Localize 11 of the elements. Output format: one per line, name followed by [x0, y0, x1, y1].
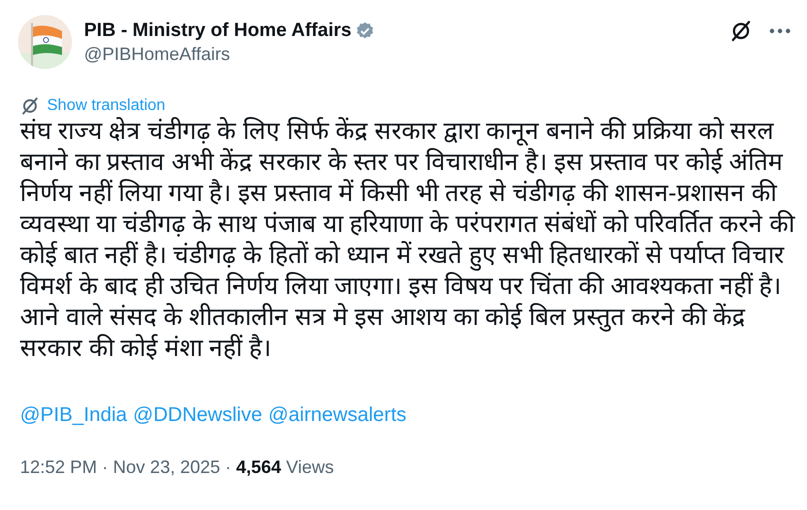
show-translation-link[interactable]: Show translation: [47, 97, 166, 115]
translate-icon[interactable]: [20, 96, 40, 116]
more-options-icon[interactable]: [769, 28, 791, 34]
grok-icon[interactable]: [729, 19, 753, 43]
post-meta: 12:52 PM · Nov 23, 2025 · 4,564 Views: [19, 457, 335, 478]
mention-link[interactable]: @airnewsalerts: [268, 404, 406, 427]
post-text: संघ राज्य क्षेत्र चंडीगढ़ के लिए सिर्फ केंद्र सरकार द्वारा कानून बनाने की प्रक्रिया को सरल बनाने का प्रस्ताव अभी केंद्र सरकार के स्तर पर विचाराधीन है। इस प्रस्ताव पर कोई अंतिम निर्णय नहीं लिया गया है। इस प्रस्ताव में किसी भी तरह से चंडीगढ़ की शासन-प्रशासन की व्यवस्था या चंडीगढ़ के साथ पंजाब या हरियाणा के परंपरागत संबंधों को परिवर्तित करने की कोई बात नहीं है। चंडीगढ़ के हितों को ध्यान में रखते हुए सभी हितधारकों से पर्याप्त विचार विमर्श के बाद ही उचित निर्णय लिया जाएगा। इस विषय पर चिंता की आवश्यकता नहीं है। आने वाले संसद के शीतकालीन सत्र मे इस आशय का कोई बिल प्रस्तुत करने की केंद्र सरकार की कोई मंशा नहीं है।: [20, 116, 796, 364]
mention-link[interactable]: @DDNewslive: [133, 404, 262, 427]
account-handle[interactable]: @PIBHomeAffairs: [84, 44, 717, 64]
account-name[interactable]: PIB - Ministry of Home Affairs: [84, 20, 352, 42]
mention-link[interactable]: @PIB_India: [20, 404, 128, 427]
